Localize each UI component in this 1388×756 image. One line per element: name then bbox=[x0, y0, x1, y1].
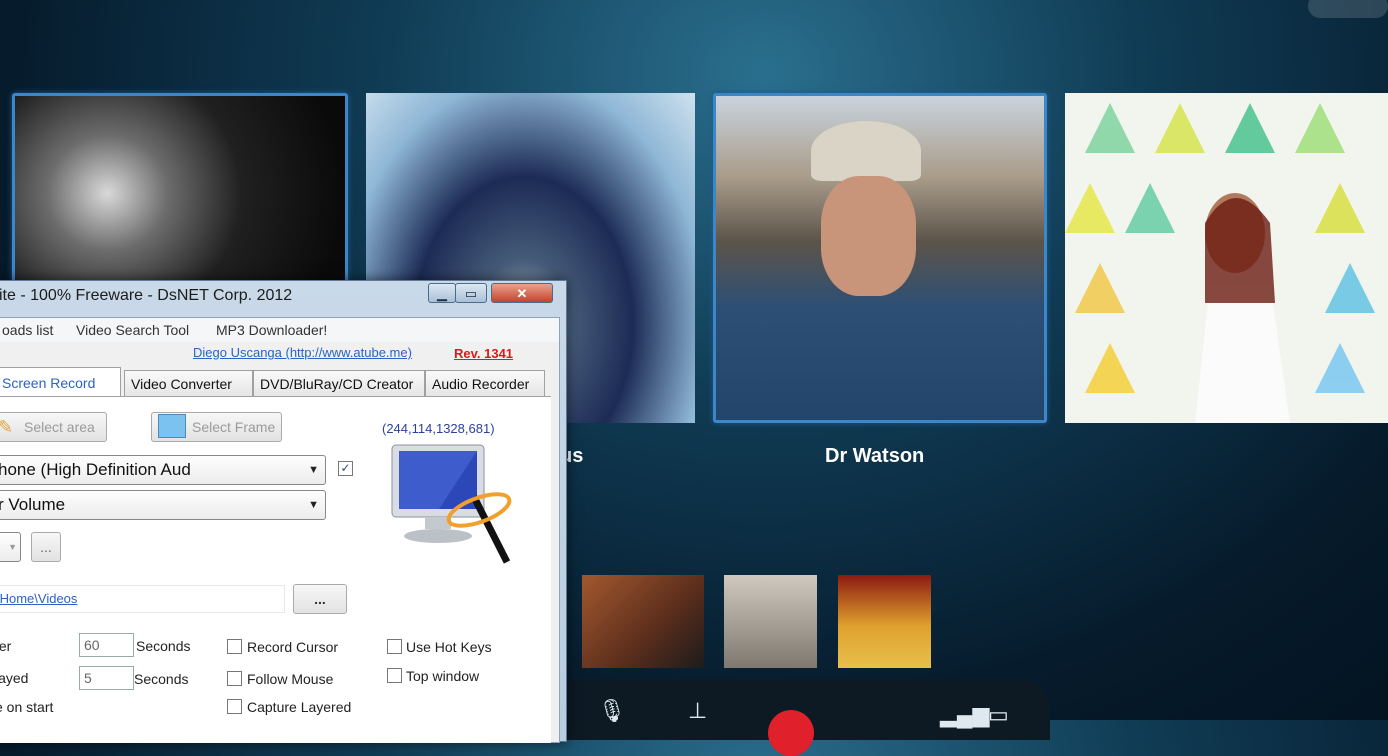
hot-keys-label: Use Hot Keys bbox=[406, 639, 492, 655]
microphone-icon[interactable]: 🎙 bbox=[598, 698, 626, 724]
video-tile-4[interactable] bbox=[1065, 93, 1388, 423]
chevron-down-icon: ▼ bbox=[8, 542, 17, 552]
skype-logo bbox=[1308, 0, 1388, 18]
follow-mouse-checkbox[interactable] bbox=[227, 671, 242, 686]
record-cursor-label: Record Cursor bbox=[247, 639, 339, 655]
participant-name-3: Dr Watson bbox=[825, 445, 925, 467]
menu-video-search[interactable]: Video Search Tool bbox=[76, 322, 189, 338]
capture-layered-checkbox[interactable] bbox=[227, 699, 242, 714]
menu-downloads[interactable]: oads list bbox=[2, 322, 53, 338]
audio-device-select[interactable]: hone (High Definition Aud ▼ bbox=[0, 455, 326, 485]
capture-layered-label: Capture Layered bbox=[247, 699, 352, 715]
area-coordinates: (244,114,1328,681) bbox=[382, 421, 495, 436]
call-control-bar: 🎙 ⊥ ▂▄▆ ▭ bbox=[560, 680, 1050, 756]
frame-icon bbox=[158, 414, 186, 438]
seconds-label: Seconds bbox=[136, 638, 191, 654]
tab-screen-record[interactable]: Screen Record bbox=[0, 367, 121, 397]
pin-icon[interactable]: ⊥ bbox=[688, 698, 707, 724]
tab-video-converter[interactable]: Video Converter bbox=[124, 370, 253, 396]
audio-enable-checkbox[interactable]: ✓ bbox=[338, 461, 353, 476]
audio-device-value: hone (High Definition Aud bbox=[0, 460, 191, 479]
contact-thumbnail[interactable] bbox=[724, 575, 817, 668]
select-frame-label: Select Frame bbox=[192, 419, 276, 435]
chevron-down-icon: ▼ bbox=[308, 464, 319, 476]
audio-source-value: r Volume bbox=[0, 495, 66, 514]
audio-source-select[interactable]: r Volume ▼ bbox=[0, 490, 326, 520]
tab-dvd-creator[interactable]: DVD/BluRay/CD Creator bbox=[253, 370, 425, 396]
revision-link[interactable]: Rev. 1341 bbox=[454, 346, 513, 361]
menu-mp3-downloader[interactable]: MP3 Downloader! bbox=[216, 322, 327, 338]
cap-shape bbox=[811, 121, 921, 181]
row-label: e on start bbox=[0, 699, 54, 715]
select-area-label: Select area bbox=[24, 419, 95, 435]
window-client: oads list Video Search Tool MP3 Download… bbox=[0, 317, 560, 743]
row-label: ter bbox=[0, 638, 12, 654]
hangup-button[interactable] bbox=[768, 710, 814, 756]
contact-thumbnail[interactable] bbox=[838, 575, 931, 668]
contact-thumbnail[interactable] bbox=[582, 575, 704, 668]
select-frame-button[interactable]: Select Frame bbox=[151, 412, 282, 442]
follow-mouse-label: Follow Mouse bbox=[247, 671, 334, 687]
format-select[interactable]: ▼ bbox=[0, 532, 21, 562]
top-window-label: Top window bbox=[406, 668, 480, 684]
select-area-button[interactable]: ✎ Select area bbox=[0, 412, 107, 442]
face-shape bbox=[821, 176, 916, 296]
participant-video bbox=[1065, 93, 1388, 423]
browse-folder-button[interactable]: ... bbox=[293, 584, 347, 614]
chat-icon[interactable]: ▭ bbox=[988, 702, 1009, 728]
row-label: layed bbox=[0, 670, 29, 686]
maximize-button[interactable]: ▭ bbox=[455, 283, 487, 303]
seconds-label: Seconds bbox=[134, 671, 189, 687]
video-tile-3[interactable] bbox=[713, 93, 1047, 423]
app-window: ite - 100% Freeware - DsNET Corp. 2012 ▁… bbox=[0, 280, 567, 743]
window-title: ite - 100% Freeware - DsNET Corp. 2012 bbox=[0, 287, 293, 304]
hot-keys-checkbox[interactable] bbox=[387, 639, 402, 654]
select-area-icon: ✎ bbox=[0, 417, 14, 437]
screen-record-panel: ✎ Select area Select Frame (244,114,1328… bbox=[0, 396, 551, 743]
tab-audio-recorder[interactable]: Audio Recorder bbox=[425, 370, 545, 396]
output-path[interactable]: \Home\Videos bbox=[0, 585, 285, 613]
close-button[interactable]: ✕ bbox=[491, 283, 553, 303]
signal-icon[interactable]: ▂▄▆ bbox=[940, 702, 989, 728]
minimize-button[interactable]: ▁ bbox=[428, 283, 456, 303]
chevron-down-icon: ▼ bbox=[308, 499, 319, 511]
delay-input[interactable]: 5 bbox=[79, 666, 134, 690]
timer-input[interactable]: 60 bbox=[79, 633, 134, 657]
format-options-button[interactable]: ... bbox=[31, 532, 61, 562]
monitor-icon bbox=[389, 442, 519, 572]
top-window-checkbox[interactable] bbox=[387, 668, 402, 683]
record-cursor-checkbox[interactable] bbox=[227, 639, 242, 654]
menu-bar: oads list Video Search Tool MP3 Download… bbox=[0, 318, 559, 342]
author-link[interactable]: Diego Uscanga (http://www.atube.me) bbox=[193, 345, 412, 360]
